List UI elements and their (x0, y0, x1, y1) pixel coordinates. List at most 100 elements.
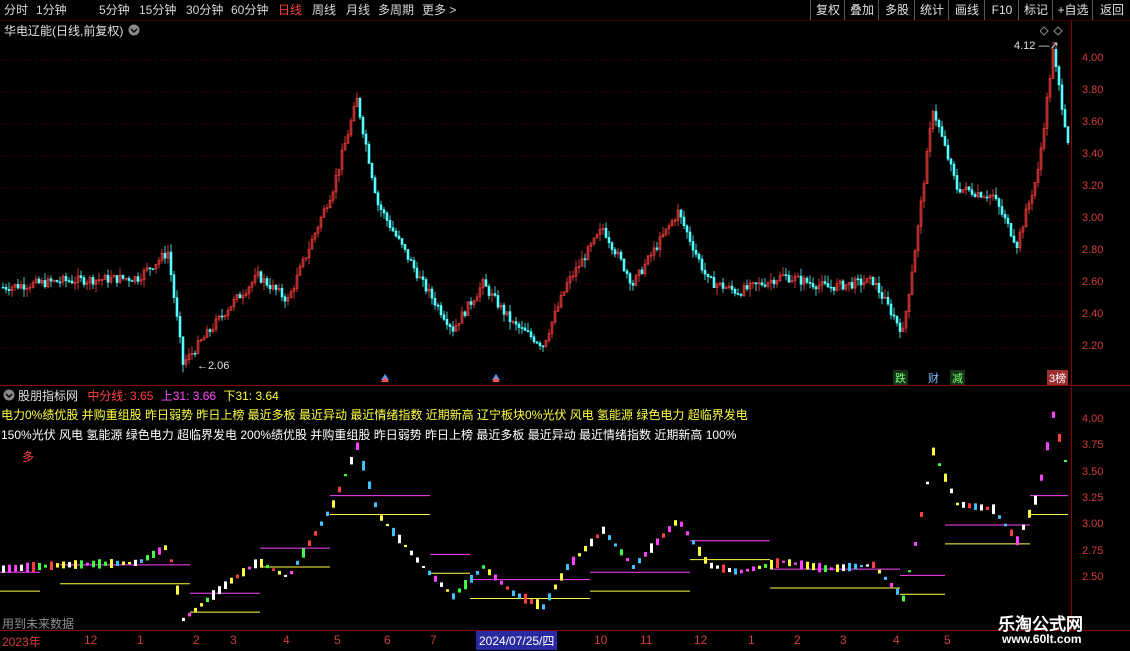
indicator-bar (332, 500, 335, 508)
indicator-bar (440, 582, 443, 587)
indicator-bar (86, 562, 89, 566)
marker-jian[interactable]: 减 (950, 370, 965, 386)
event-arrow-icon[interactable] (380, 373, 390, 383)
event-arrow-icon[interactable] (491, 373, 501, 383)
indicator-bar (68, 562, 71, 568)
indicator-bar (794, 562, 797, 565)
candlestick-chart[interactable] (0, 20, 1072, 385)
stats-button[interactable]: 统计 (914, 0, 949, 20)
indicator-bar (170, 559, 173, 563)
period-tab-5min[interactable]: 5分钟 (99, 0, 130, 20)
indicator-bar (1034, 495, 1037, 505)
period-tab-daily[interactable]: 日线 (278, 0, 302, 20)
fuquan-button[interactable]: 复权 (810, 0, 845, 20)
period-tab-1min[interactable]: 1分钟 (36, 0, 67, 20)
candle-body (805, 277, 809, 283)
candle-body (1000, 206, 1004, 215)
indicator-title[interactable]: 股朋指标网 (18, 389, 78, 403)
indicator-bar (218, 586, 221, 595)
candle-body (958, 188, 962, 193)
price-tick: 2.80 (1082, 244, 1104, 256)
chevron-down-icon[interactable] (3, 389, 15, 401)
candle-body (391, 227, 395, 232)
indicator-bar (938, 463, 941, 467)
indicator-bar (2, 565, 5, 573)
indicator-bar (146, 555, 149, 561)
period-tab-60min[interactable]: 60分钟 (231, 0, 268, 20)
indicator-bar (602, 526, 605, 534)
back-button[interactable]: 返回 (1092, 0, 1130, 20)
candle-body (82, 277, 86, 285)
multi-stock-button[interactable]: 多股 (878, 0, 915, 20)
period-tab-monthly[interactable]: 月线 (346, 0, 370, 20)
candle-body (703, 269, 707, 275)
candle-body (529, 331, 533, 338)
candle-body (280, 288, 284, 298)
candle-body (448, 324, 452, 328)
candle-body (787, 275, 791, 283)
indicator-header: 股朋指标网 中分线: 3.65 上31: 3.66 下31: 3.64 (18, 387, 279, 404)
candle-body (514, 321, 518, 325)
candle-body (367, 143, 371, 164)
indicator-bar (800, 560, 803, 569)
chevron-down-icon[interactable] (128, 24, 140, 36)
indicator-panel[interactable]: 股朋指标网 中分线: 3.65 上31: 3.66 下31: 3.64 电力0%… (0, 385, 1130, 631)
candlestick-panel[interactable]: 华电辽能(日线,前复权) 4.12 —↗ ←2.06 跌 财 减 3榜 4.00… (0, 20, 1130, 386)
candle-body (1003, 214, 1007, 219)
candle-body (754, 282, 758, 285)
watermark-url: www.60lt.com (1002, 632, 1082, 646)
period-tab-more[interactable]: 更多 > (422, 0, 456, 20)
overlay-button[interactable]: 叠加 (844, 0, 879, 20)
indicator-bar (1058, 433, 1061, 442)
settings-diamond-icons[interactable] (1040, 26, 1064, 36)
candle-body (973, 194, 977, 197)
draw-line-button[interactable]: 画线 (948, 0, 985, 20)
marker-bang[interactable]: 3榜 (1047, 370, 1069, 386)
marker-die[interactable]: 跌 (893, 370, 908, 386)
indicator-bar (776, 558, 779, 569)
candle-body (463, 311, 467, 316)
candle-body (376, 192, 380, 206)
concept-text-line-2: 150%光伏 风电 氢能源 绿色电力 超临界发电 200%绩优股 并购重组股 昨… (1, 428, 737, 442)
indicator-bar (266, 564, 269, 569)
add-watchlist-button[interactable]: +自选 (1052, 0, 1093, 20)
candle-body (691, 241, 695, 251)
indicator-bar (344, 474, 347, 477)
date-axis: 2023年 12 1 2 3 4 5 6 7 2024/07/25/四 10 1… (0, 630, 1130, 651)
indicator-bar (1028, 509, 1031, 518)
candle-body (952, 163, 956, 176)
indicator-bar (1052, 411, 1055, 418)
candle-body (538, 342, 542, 347)
candle-body (943, 136, 947, 146)
candle-body (1015, 242, 1019, 249)
candle-body (442, 314, 446, 320)
price-tick: 2.20 (1082, 340, 1104, 352)
period-tab-weekly[interactable]: 周线 (312, 0, 336, 20)
indicator-tick: 3.50 (1082, 466, 1104, 478)
candle-body (532, 336, 536, 343)
indicator-bar (590, 538, 593, 547)
candle-body (967, 186, 971, 191)
mark-button[interactable]: 标记 (1018, 0, 1053, 20)
period-tab-fenshi[interactable]: 分时 (4, 0, 28, 20)
candle-body (886, 296, 890, 305)
period-tab-multi[interactable]: 多周期 (378, 0, 414, 20)
candle-body (415, 267, 419, 279)
period-tab-15min[interactable]: 15分钟 (139, 0, 176, 20)
indicator-bar (302, 548, 305, 558)
period-tab-30min[interactable]: 30分钟 (186, 0, 223, 20)
candle-body (4, 286, 8, 290)
indicator-bar (152, 550, 155, 558)
indicator-bar (908, 570, 911, 573)
date-label: 5 (334, 633, 341, 647)
indicator-bar (416, 557, 419, 563)
indicator-bar (830, 567, 833, 571)
indicator-tick: 4.00 (1082, 413, 1104, 425)
indicator-bar (458, 588, 461, 593)
candle-body (421, 276, 425, 280)
candle-body (541, 345, 545, 348)
indicator-bar (176, 585, 179, 595)
f10-button[interactable]: F10 (984, 0, 1019, 20)
marker-cai[interactable]: 财 (928, 370, 939, 386)
indicator-bar (188, 612, 191, 617)
